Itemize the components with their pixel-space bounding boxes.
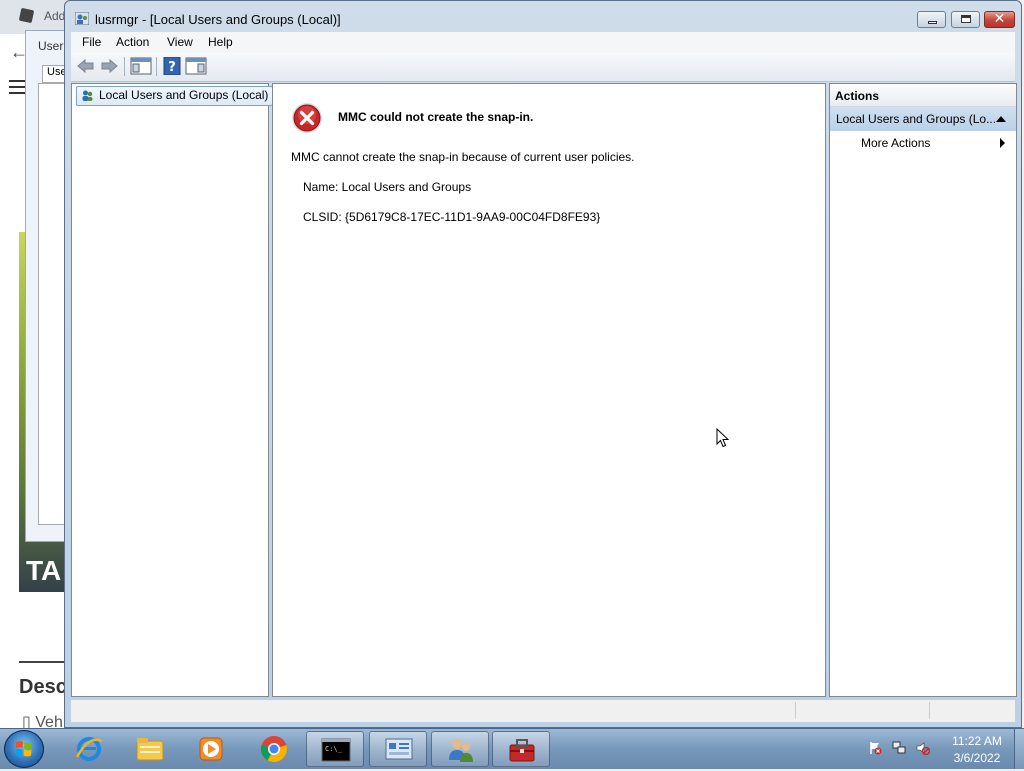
close-icon: ✕	[993, 10, 1006, 26]
mmc-window: lusrmgr - [Local Users and Groups (Local…	[64, 0, 1022, 728]
status-bar-section	[795, 702, 796, 719]
status-bar	[71, 699, 1015, 722]
menu-file[interactable]: File	[82, 35, 101, 49]
windows-logo-icon	[15, 741, 32, 757]
taskbar-windows-explorer[interactable]	[121, 731, 179, 767]
control-panel-icon	[385, 738, 413, 760]
system-tray: 11:22 AM 3/6/2022	[860, 729, 1024, 769]
menu-view[interactable]: View	[167, 35, 193, 49]
actions-group-label: Local Users and Groups (Lo...	[836, 112, 997, 126]
background-dialog-title: User	[38, 39, 64, 53]
back-arrow-icon[interactable]	[76, 57, 96, 75]
browser-tab-title[interactable]: Add	[44, 9, 65, 23]
taskbar-media-player[interactable]	[182, 731, 240, 767]
actions-pane: Actions Local Users and Groups (Lo... Mo…	[829, 83, 1017, 697]
actions-header-label: Actions	[835, 89, 880, 103]
toolbar-separator	[156, 57, 157, 76]
background-subtext: ▯ Veh	[22, 714, 63, 728]
menu-bar: File Action View Help	[71, 32, 1015, 53]
background-heading: Desc	[19, 676, 67, 698]
mouse-cursor-icon	[716, 428, 730, 448]
chrome-icon	[261, 736, 287, 763]
window-title: lusrmgr - [Local Users and Groups (Local…	[95, 12, 341, 27]
more-actions-item[interactable]: More Actions	[830, 132, 1016, 154]
network-icon[interactable]	[892, 741, 906, 755]
actions-group-local-users-and-groups[interactable]: Local Users and Groups (Lo...	[830, 107, 1016, 131]
command-prompt-icon: C:\_	[321, 738, 351, 762]
submenu-arrow-icon	[1000, 138, 1005, 148]
clock-time[interactable]: 11:22 AM	[942, 734, 1012, 748]
error-icon	[292, 103, 322, 133]
users-app-icon	[75, 12, 89, 25]
users-groups-icon	[82, 90, 93, 101]
more-actions-label: More Actions	[861, 136, 931, 150]
users-icon	[449, 739, 473, 762]
taskbar-chrome[interactable]	[245, 731, 303, 767]
taskbar-command-prompt[interactable]: C:\_	[306, 731, 364, 767]
tree-item-label: Local Users and Groups (Local)	[99, 88, 269, 102]
show-hide-console-tree-icon[interactable]	[130, 57, 152, 75]
svg-text:C:\_: C:\_	[325, 745, 343, 753]
toolbar-separator	[124, 57, 125, 76]
show-desktop-button[interactable]	[1014, 729, 1024, 769]
status-bar-section	[929, 702, 930, 719]
windows-explorer-icon	[136, 738, 164, 761]
restore-button[interactable]	[951, 11, 980, 28]
taskbar-users[interactable]	[431, 731, 489, 767]
menu-help[interactable]: Help	[208, 35, 233, 49]
divider	[19, 661, 70, 663]
action-center-flag-icon[interactable]	[868, 741, 882, 755]
taskbar-internet-explorer[interactable]	[60, 731, 118, 767]
snap-in-name: Name: Local Users and Groups	[303, 180, 472, 194]
forward-arrow-icon[interactable]	[99, 57, 119, 75]
snap-in-clsid: CLSID: {5D6179C8-17EC-11D1-9AA9-00C04FD8…	[303, 210, 601, 224]
tree-item-local-users-and-groups[interactable]: Local Users and Groups (Local)	[76, 86, 274, 106]
menu-action[interactable]: Action	[116, 35, 149, 49]
start-button[interactable]	[4, 730, 44, 768]
error-title: MMC could not create the snap-in.	[338, 110, 534, 124]
svg-text:?: ?	[168, 60, 176, 75]
error-message: MMC cannot create the snap-in because of…	[291, 150, 635, 164]
actions-header: Actions	[830, 84, 1016, 107]
collapse-arrow-icon[interactable]	[996, 116, 1006, 122]
taskbar: C:\_ 11:22 AM 3/6/2022	[0, 728, 1024, 769]
volume-muted-icon[interactable]	[916, 741, 930, 755]
taskbar-control-panel[interactable]	[369, 731, 427, 767]
show-hide-action-pane-icon[interactable]	[185, 57, 207, 75]
internet-explorer-icon	[75, 737, 103, 761]
hamburger-menu-icon[interactable]	[9, 80, 25, 94]
minimize-button[interactable]	[917, 11, 946, 28]
media-player-icon	[199, 737, 223, 761]
taskbar-toolbox[interactable]	[492, 731, 550, 767]
clock-date[interactable]: 3/6/2022	[942, 751, 1012, 765]
browser-tab-bar: Add	[0, 0, 70, 34]
close-button[interactable]: ✕	[984, 10, 1015, 28]
roblox-favicon-icon	[18, 7, 35, 24]
result-pane: MMC could not create the snap-in. MMC ca…	[272, 83, 826, 697]
toolbox-icon	[509, 739, 535, 762]
help-icon[interactable]: ?	[162, 57, 182, 75]
title-bar[interactable]: lusrmgr - [Local Users and Groups (Local…	[65, 1, 1021, 33]
toolbar: ?	[71, 53, 1015, 82]
banner-text: TA	[26, 555, 62, 586]
console-tree-pane: Local Users and Groups (Local)	[71, 83, 274, 697]
